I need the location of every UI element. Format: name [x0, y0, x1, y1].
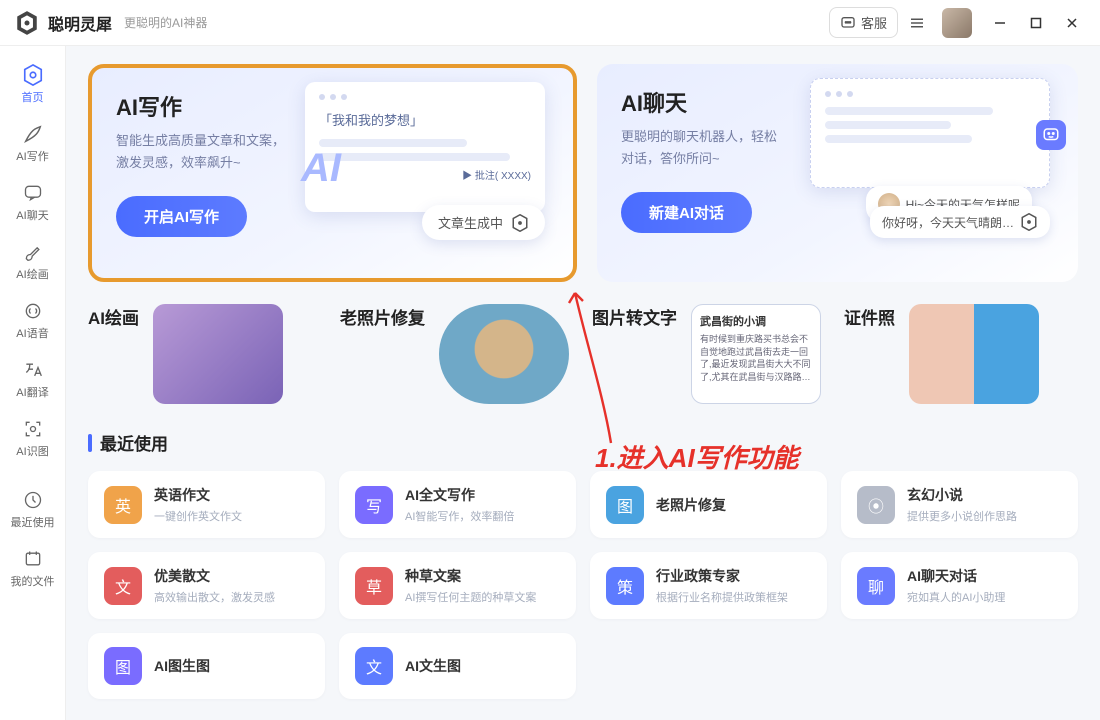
thumb-oldphoto — [439, 304, 569, 404]
sidebar: 首页 AI写作 AI聊天 AI绘画 AI语音 AI翻译 AI识图 最近使用 我的… — [0, 46, 66, 720]
tool-row: AI绘画 老照片修复 图片转文字 武昌街的小调 有时候到重庆路买书总会不自觉地跑… — [88, 304, 1078, 404]
card-icon: 图 — [104, 647, 142, 685]
tool-card-ocr[interactable]: 图片转文字 武昌街的小调 有时候到重庆路买书总会不自觉地跑过武昌街去走一回了,最… — [592, 304, 826, 404]
start-ai-write-button[interactable]: 开启AI写作 — [116, 196, 247, 237]
sidebar-item-voice[interactable]: AI语音 — [0, 292, 65, 349]
card-title: AI聊天对话 — [907, 566, 1005, 586]
hero-card-write[interactable]: AI写作 智能生成高质量文章和文案，激发灵感，效率飙升~ 开启AI写作 AI 「… — [88, 64, 577, 282]
sidebar-item-paint[interactable]: AI绘画 — [0, 233, 65, 290]
card-sub: 高效输出散文，激发灵感 — [154, 589, 275, 605]
recent-card[interactable]: 策 行业政策专家根据行业名称提供政策框架 — [590, 552, 827, 619]
app-logo-icon — [14, 10, 40, 36]
app-subtitle: 更聪明的AI神器 — [124, 14, 207, 31]
card-icon: 文 — [104, 567, 142, 605]
card-sub: AI智能写作，效率翻倍 — [405, 508, 514, 524]
recent-card[interactable]: 写 AI全文写作 AI智能写作，效率翻倍 — [339, 471, 576, 538]
recent-card[interactable]: 文 优美散文高效输出散文，激发灵感 — [88, 552, 325, 619]
card-icon: 草 — [355, 567, 393, 605]
card-icon: 策 — [606, 567, 644, 605]
hero-chat-desc: 更聪明的聊天机器人，轻松对话，答你所问~ — [621, 126, 831, 170]
card-title: 种草文案 — [405, 566, 536, 586]
card-title: 优美散文 — [154, 566, 275, 586]
minimize-button[interactable] — [986, 9, 1014, 37]
recent-card[interactable]: ⦿ 玄幻小说提供更多小说创作思路 — [841, 471, 1078, 538]
chat-bubble-ai: 你好呀，今天天气晴朗… — [870, 206, 1050, 238]
card-sub: AI撰写任何主题的种草文案 — [405, 589, 536, 605]
support-button[interactable]: 客服 — [829, 7, 898, 38]
recent-card[interactable]: 英 英语作文一键创作英文作文 — [88, 471, 325, 538]
sidebar-item-home[interactable]: 首页 — [0, 56, 65, 113]
chat-mock: Hi~今天的天气怎样呢 你好呀，今天天气晴朗… — [810, 78, 1060, 258]
tool-card-oldphoto[interactable]: 老照片修复 — [340, 304, 574, 404]
hero-write-desc: 智能生成高质量文章和文案，激发灵感，效率飙升~ — [116, 130, 326, 174]
generating-chip: 文章生成中 — [422, 205, 545, 240]
sidebar-item-recent[interactable]: 最近使用 — [0, 481, 65, 538]
card-title: AI文生图 — [405, 656, 461, 676]
card-sub: 一键创作英文作文 — [154, 508, 242, 524]
recent-card[interactable]: 文 AI文生图 — [339, 633, 576, 699]
recent-card[interactable]: 图 AI图生图 — [88, 633, 325, 699]
user-avatar[interactable] — [942, 8, 972, 38]
card-icon: 文 — [355, 647, 393, 685]
thumb-paint — [153, 304, 283, 404]
chat-smile-icon — [1036, 120, 1066, 150]
card-icon: ⦿ — [857, 486, 895, 524]
card-sub: 提供更多小说创作思路 — [907, 508, 1017, 524]
card-icon: 图 — [606, 486, 644, 524]
thumb-idphoto — [909, 304, 1039, 404]
sidebar-item-write[interactable]: AI写作 — [0, 115, 65, 172]
sidebar-item-translate[interactable]: AI翻译 — [0, 351, 65, 408]
recent-card[interactable]: 草 种草文案 AI撰写任何主题的种草文案 — [339, 552, 576, 619]
card-sub: 根据行业名称提供政策框架 — [656, 589, 788, 605]
ai-watermark-icon: AI — [301, 146, 341, 191]
hamburger-menu-icon[interactable] — [906, 12, 928, 34]
card-sub: 宛如真人的AI小助理 — [907, 589, 1005, 605]
card-title: AI全文写作 — [405, 485, 514, 505]
recent-card[interactable]: 聊 AI聊天对话宛如真人的AI小助理 — [841, 552, 1078, 619]
new-ai-chat-button[interactable]: 新建AI对话 — [621, 192, 752, 233]
tool-card-paint[interactable]: AI绘画 — [88, 304, 322, 404]
write-mock: AI 「我和我的梦想」 ▶ 批注( XXXX) 文章生成中 — [305, 82, 555, 262]
tool-card-idphoto[interactable]: 证件照 — [844, 304, 1078, 404]
card-title: 英语作文 — [154, 485, 242, 505]
card-title: AI图生图 — [154, 656, 210, 676]
app-name: 聪明灵犀 — [48, 11, 112, 35]
recent-section-title: 最近使用 — [88, 430, 1078, 455]
card-icon: 写 — [355, 486, 393, 524]
card-icon: 英 — [104, 486, 142, 524]
recent-grid: 英 英语作文一键创作英文作文写 AI全文写作AI智能写作，效率翻倍图 老照片修复… — [88, 471, 1078, 699]
recent-card[interactable]: 图 老照片修复 — [590, 471, 827, 538]
sidebar-item-files[interactable]: 我的文件 — [0, 540, 65, 597]
card-icon: 聊 — [857, 567, 895, 605]
card-title: 玄幻小说 — [907, 485, 1017, 505]
close-button[interactable] — [1058, 9, 1086, 37]
card-title: 老照片修复 — [656, 495, 726, 515]
card-title: 行业政策专家 — [656, 566, 788, 586]
hero-card-chat[interactable]: AI聊天 更聪明的聊天机器人，轻松对话，答你所问~ 新建AI对话 Hi~ — [597, 64, 1078, 282]
sidebar-item-ocr[interactable]: AI识图 — [0, 410, 65, 467]
sidebar-item-chat[interactable]: AI聊天 — [0, 174, 65, 231]
thumb-ocr: 武昌街的小调 有时候到重庆路买书总会不自觉地跑过武昌街去走一回了,最近发现武昌街… — [691, 304, 821, 404]
maximize-button[interactable] — [1022, 9, 1050, 37]
